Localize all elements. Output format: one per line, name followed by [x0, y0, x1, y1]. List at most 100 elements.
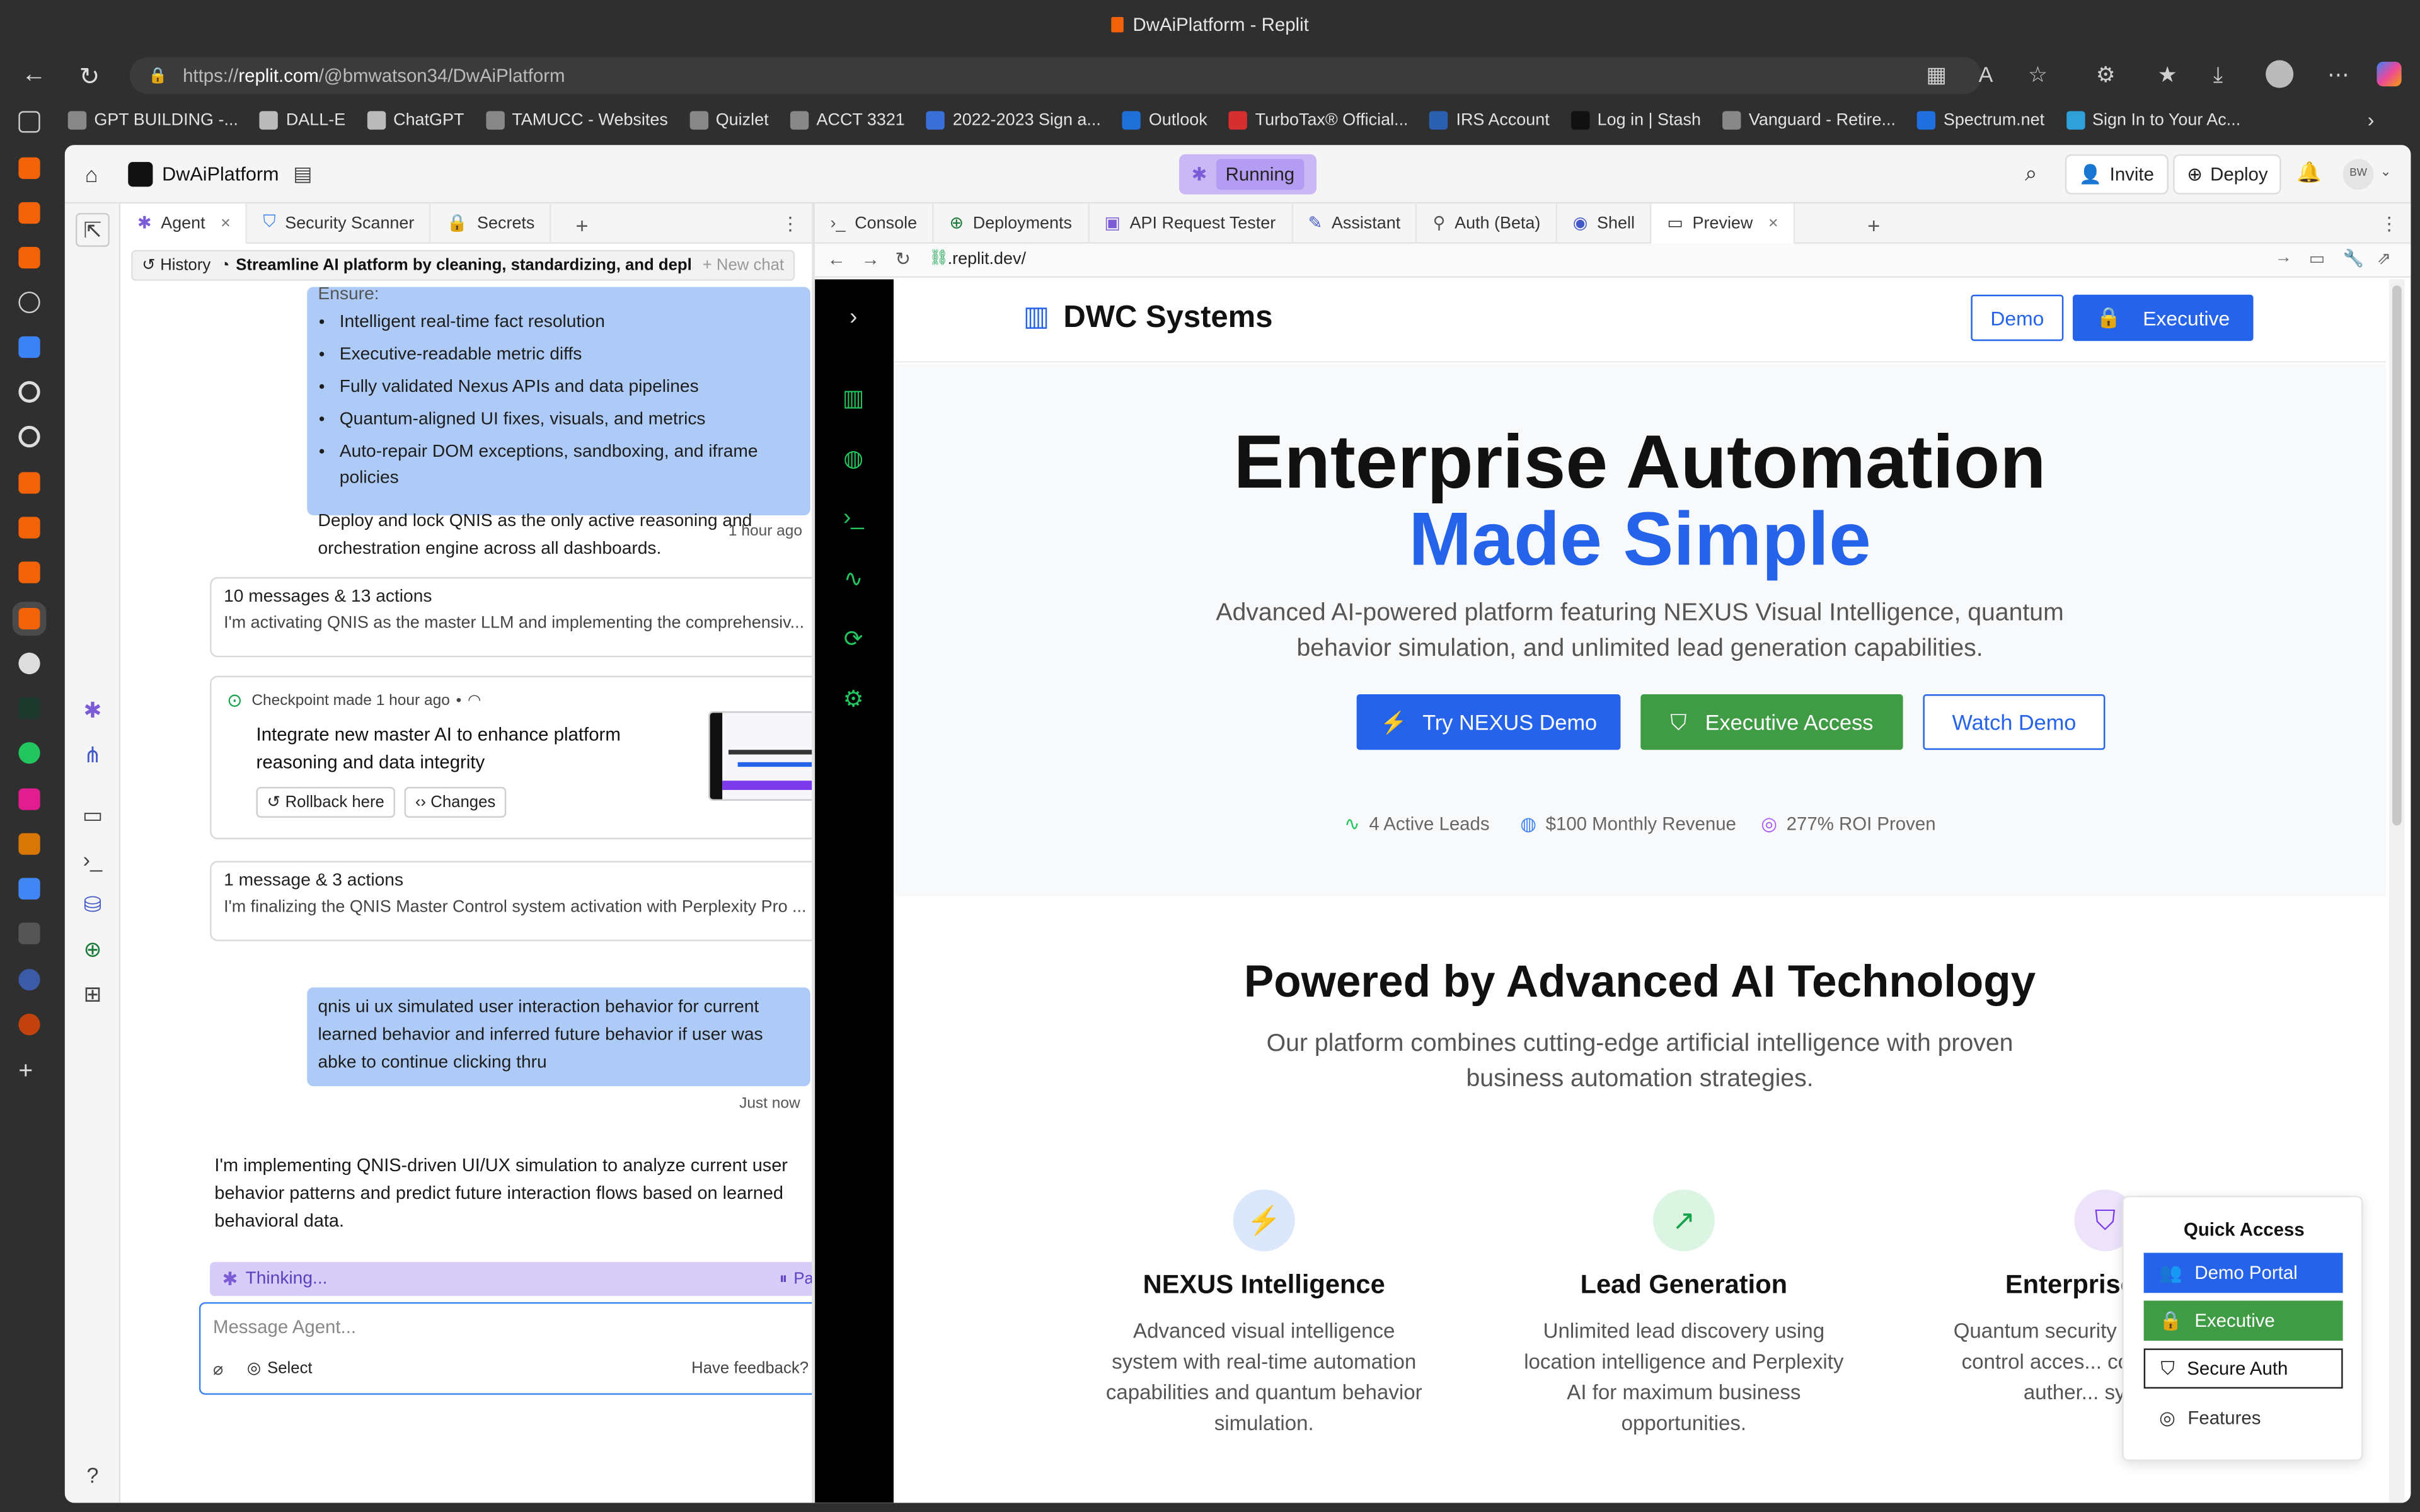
rollback-button[interactable]: ↺ Rollback here — [256, 786, 395, 818]
bookmark-item[interactable]: GPT BUILDING -... — [67, 111, 238, 130]
tab-secrets[interactable]: 🔒 Secrets — [431, 203, 552, 243]
settings-gear-icon[interactable]: ⚙ — [839, 685, 867, 713]
quick-executive-button[interactable]: 🔒 Executive — [2143, 1300, 2343, 1341]
copilot-icon[interactable] — [2377, 61, 2402, 87]
tab-deployments[interactable]: ⊕ Deployments — [934, 203, 1089, 243]
preview-rail-icon[interactable]: ▭ — [80, 802, 105, 827]
bookmark-item[interactable]: DALL-E — [260, 111, 345, 130]
home-icon[interactable]: ⌂ — [85, 162, 98, 186]
globe-icon[interactable]: ◍ — [839, 444, 867, 472]
reload-icon[interactable]: ↻ — [62, 62, 117, 93]
vertical-tab-replit-active[interactable] — [12, 602, 47, 636]
changes-button[interactable]: ‹› Changes — [404, 786, 507, 818]
actions-group-card[interactable]: 1 message & 3 actions⌄ I'm finalizing th… — [210, 861, 852, 941]
close-icon[interactable]: × — [221, 214, 231, 232]
deploy-button[interactable]: ⊕ Deploy — [2173, 154, 2282, 195]
read-aloud-icon[interactable]: A — [1979, 62, 1993, 86]
nav-executive-button[interactable]: 🔒 Executive — [2073, 294, 2254, 341]
executive-access-button[interactable]: ⛉ Executive Access — [1640, 694, 1903, 750]
open-external-icon[interactable]: ⇗ — [2377, 248, 2391, 268]
preview-reload-icon[interactable]: ↻ — [895, 248, 911, 270]
preview-back-icon[interactable]: ← — [827, 248, 846, 270]
back-icon[interactable]: ← — [6, 62, 62, 89]
tab-auth-beta[interactable]: ⚲ Auth (Beta) — [1417, 203, 1558, 243]
project-menu-icon[interactable]: ▤ — [293, 162, 312, 186]
profile-avatar[interactable] — [2266, 60, 2294, 88]
terminal-icon[interactable]: ›_ — [839, 505, 867, 531]
activity-pulse-icon[interactable]: ∿ — [839, 564, 867, 593]
bookmark-item[interactable]: Spectrum.net — [1917, 111, 2044, 130]
favorite-star-icon[interactable]: ☆ — [2028, 62, 2048, 88]
new-tab-plus-icon[interactable]: + — [1867, 213, 1880, 238]
bookmark-item[interactable]: Outlook — [1122, 111, 1207, 130]
close-icon[interactable]: × — [1768, 214, 1778, 232]
vertical-tab-orange[interactable] — [18, 833, 40, 855]
analytics-chart-icon[interactable]: ▥ — [839, 384, 867, 412]
vertical-tab-search[interactable] — [18, 968, 40, 991]
quick-secure-auth-button[interactable]: ⛉ Secure Auth — [2143, 1348, 2343, 1389]
tab-agent[interactable]: ✱ Agent × — [122, 203, 248, 243]
database-rail-icon[interactable]: ⛁ — [80, 892, 105, 917]
bookmark-item[interactable]: TAMUCC - Websites — [485, 111, 668, 130]
search-icon[interactable]: ⌕ — [2025, 161, 2037, 187]
site-brand[interactable]: DWC Systems — [1063, 301, 1272, 336]
tab-security-scanner[interactable]: ⛉ Security Scanner — [248, 203, 432, 243]
agent-rail-icon[interactable]: ✱ — [80, 697, 105, 722]
nav-demo-button[interactable]: Demo — [1971, 294, 2064, 341]
more-icon[interactable]: ⋯ — [2327, 62, 2349, 88]
preview-tab-menu-icon[interactable]: ⋮ — [2380, 213, 2398, 234]
bookmark-item[interactable]: 2022-2023 Sign a... — [926, 111, 1101, 130]
vertical-tab-dark[interactable] — [18, 697, 40, 719]
preview-go-icon[interactable]: → — [2275, 248, 2292, 266]
attach-paperclip-icon[interactable]: ⌀ — [213, 1360, 223, 1379]
shell-rail-icon[interactable]: ›_ — [80, 847, 105, 872]
quick-features-button[interactable]: ◎ Features — [2144, 1398, 2343, 1438]
refresh-sync-icon[interactable]: ⟳ — [839, 625, 867, 653]
tab-console[interactable]: ›_ Console — [815, 203, 934, 243]
all-tools-rail-icon[interactable]: ⊞ — [80, 982, 105, 1006]
vertical-tab-chatgpt-2[interactable] — [18, 425, 40, 448]
vertical-tab-replit-5[interactable] — [18, 517, 40, 539]
file-tree-icon[interactable]: ⇱ — [76, 212, 110, 247]
watch-demo-button[interactable]: Watch Demo — [1923, 694, 2106, 750]
devtools-wrench-icon[interactable]: 🔧 — [2343, 248, 2365, 268]
run-status-button[interactable]: ✱ Running — [1179, 154, 1317, 195]
preview-forward-icon[interactable]: → — [861, 248, 880, 270]
expand-sidebar-icon[interactable]: › — [839, 304, 867, 330]
bookmark-item[interactable]: ACCT 3321 — [790, 111, 905, 130]
actions-group-card[interactable]: 10 messages & 13 actions⌄ I'm activating… — [210, 576, 852, 658]
vertical-tab-google[interactable] — [18, 878, 40, 900]
preview-url[interactable]: .replit.dev/ — [948, 250, 1026, 268]
url-bar[interactable]: 🔒 https://replit.com/@bmwatson34/DwAiPla… — [129, 57, 1982, 94]
bookmark-item[interactable]: Quizlet — [689, 111, 769, 130]
vertical-tab-replit-4[interactable] — [18, 472, 40, 494]
agent-tab-menu-icon[interactable]: ⋮ — [781, 213, 799, 234]
workflow-rail-icon[interactable]: ⋔ — [80, 742, 105, 767]
vertical-tab-replit-6[interactable] — [18, 561, 40, 583]
user-avatar[interactable]: BW — [2342, 159, 2374, 190]
device-icon[interactable]: ▭ — [2309, 248, 2325, 268]
message-input[interactable]: Message Agent... — [213, 1316, 356, 1337]
bookmark-item[interactable]: TurboTax® Official... — [1228, 111, 1409, 130]
extensions-icon[interactable]: ⚙ — [2096, 62, 2116, 88]
bookmark-item[interactable]: IRS Account — [1429, 111, 1550, 130]
bookmark-item[interactable]: Vanguard - Retire... — [1722, 111, 1896, 130]
vertical-tab-globe[interactable] — [18, 291, 40, 314]
avatar-chevron-down-icon[interactable]: ⌄ — [2380, 164, 2391, 181]
vertical-tab-replit-3[interactable] — [18, 246, 40, 269]
vertical-tab-chatgpt-1[interactable] — [18, 381, 40, 403]
tab-assistant[interactable]: ✎ Assistant — [1293, 203, 1418, 243]
deployments-rail-icon[interactable]: ⊕ — [80, 937, 105, 961]
vertical-tab-pink[interactable] — [18, 788, 40, 810]
quick-demo-portal-button[interactable]: 👥 Demo Portal — [2143, 1252, 2343, 1293]
bookmark-item[interactable]: Log in | Stash — [1571, 111, 1701, 130]
app-grid-icon[interactable]: ▦ — [1926, 62, 1946, 88]
select-element-button[interactable]: ◎ Select — [247, 1360, 313, 1378]
new-tab-plus-icon[interactable]: + — [18, 1058, 33, 1086]
vertical-tab-blue[interactable] — [18, 336, 40, 358]
vertical-tab-bag[interactable] — [18, 922, 40, 944]
vertical-tab-green[interactable] — [18, 742, 40, 764]
bookmark-item[interactable]: ChatGPT — [367, 111, 464, 130]
help-icon[interactable]: ? — [80, 1463, 105, 1487]
project-name[interactable]: DwAiPlatform — [162, 164, 279, 185]
